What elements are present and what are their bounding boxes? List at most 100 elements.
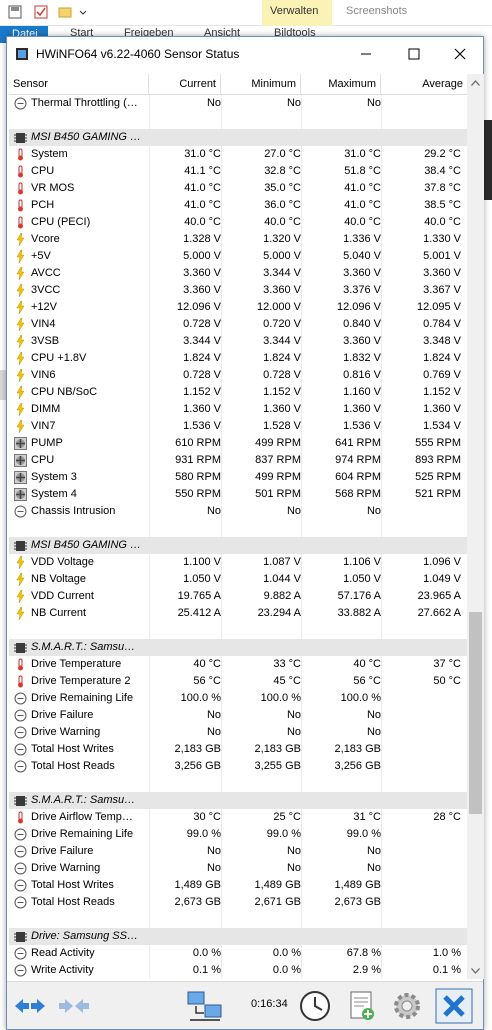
- sensor-row[interactable]: System 3 580 RPM 499 RPM 604 RPM 525 RPM: [9, 469, 467, 486]
- sensor-row[interactable]: System 31.0 °C 27.0 °C 31.0 °C 29.2 °C: [9, 146, 467, 163]
- sensor-group-header[interactable]: MSI B450 GAMING …: [9, 129, 467, 146]
- lightning-icon: [16, 386, 25, 399]
- column-header-sensor[interactable]: Sensor: [9, 74, 149, 94]
- minimize-button[interactable]: [343, 37, 389, 71]
- sensor-row[interactable]: CPU NB/SoC 1.152 V 1.152 V 1.160 V 1.152 V: [9, 384, 467, 401]
- sensor-row[interactable]: 3VSB 3.344 V 3.344 V 3.360 V 3.348 V: [9, 333, 467, 350]
- sensor-row[interactable]: NB Current 25.412 A 23.294 A 33.882 A 27.662…: [9, 605, 467, 622]
- current-value: No: [206, 709, 221, 721]
- column-header-minimum[interactable]: Minimum: [221, 74, 301, 94]
- sensor-row[interactable]: Drive Temperature 40 °C 33 °C 40 °C 37 °C: [9, 656, 467, 673]
- average-value: [381, 843, 461, 860]
- navigate-left-button[interactable]: [11, 988, 49, 1024]
- column-header-average[interactable]: Average: [381, 74, 467, 94]
- sensor-row[interactable]: NB Voltage 1.050 V 1.044 V 1.050 V 1.049 V: [9, 571, 467, 588]
- sensor-row[interactable]: VIN4 0.728 V 0.720 V 0.840 V 0.784 V: [9, 316, 467, 333]
- sensor-name: PCH: [31, 199, 55, 211]
- navigate-collapse-button[interactable]: [55, 988, 93, 1024]
- maximum-value: 1,489 GB: [334, 879, 381, 891]
- sensor-row[interactable]: Drive Temperature 2 56 °C 45 °C 56 °C 50 °C: [9, 673, 467, 690]
- average-value: 38.5 °C: [424, 199, 461, 211]
- tab-verwalten[interactable]: Verwalten: [270, 5, 318, 17]
- sensor-group-header[interactable]: MSI B450 GAMING …: [9, 537, 467, 554]
- sensor-row[interactable]: Total Host Reads 2,673 GB 2,671 GB 2,673 GB: [9, 894, 467, 911]
- average-value: [381, 894, 461, 911]
- add-report-button[interactable]: [341, 988, 381, 1024]
- tab-screenshots[interactable]: Screenshots: [346, 5, 407, 17]
- current-value: 1.152 V: [183, 386, 221, 398]
- sensor-row[interactable]: Drive Remaining Life 100.0 % 100.0 % 100.0 …: [9, 690, 467, 707]
- scrollbar-thumb[interactable]: [469, 612, 482, 814]
- minimum-value: No: [286, 862, 301, 874]
- sensor-group-header[interactable]: Drive: Samsung SS…: [9, 928, 467, 945]
- scroll-up-button[interactable]: [467, 74, 484, 91]
- chip-icon: [14, 133, 27, 143]
- clock-button[interactable]: [295, 988, 335, 1024]
- average-value: 1.330 V: [423, 233, 461, 245]
- sensor-row[interactable]: VDD Voltage 1.100 V 1.087 V 1.106 V 1.096 V: [9, 554, 467, 571]
- sensor-row[interactable]: CPU +1.8V 1.824 V 1.824 V 1.832 V 1.824 V: [9, 350, 467, 367]
- sensor-row[interactable]: VIN7 1.536 V 1.528 V 1.536 V 1.534 V: [9, 418, 467, 435]
- sensor-name: System: [31, 148, 68, 160]
- maximize-button[interactable]: [391, 37, 437, 71]
- sensor-row[interactable]: Drive Airflow Temp… 30 °C 25 °C 31 °C 28 °C: [9, 809, 467, 826]
- sensor-row[interactable]: VDD Current 19.765 A 9.882 A 57.176 A 23.965…: [9, 588, 467, 605]
- title-bar[interactable]: HWiNFO64 v6.22-4060 Sensor Status: [7, 37, 483, 71]
- column-header-maximum[interactable]: Maximum: [301, 74, 381, 94]
- sensor-row[interactable]: 3VCC 3.360 V 3.360 V 3.376 V 3.367 V: [9, 282, 467, 299]
- status-circle-icon: [14, 964, 27, 977]
- status-circle-icon: [14, 743, 27, 756]
- current-value: 580 RPM: [175, 471, 221, 483]
- maximum-value: 2,673 GB: [334, 896, 381, 908]
- sensor-row[interactable]: CPU (PECI) 40.0 °C 40.0 °C 40.0 °C 40.0 °C: [9, 214, 467, 231]
- sensor-row[interactable]: Read Activity 0.0 % 0.0 % 67.8 % 1.0 %: [9, 945, 467, 962]
- sensor-row[interactable]: Drive Remaining Life 99.0 % 99.0 % 99.0 %: [9, 826, 467, 843]
- sensor-row[interactable]: Drive Warning No No No: [9, 860, 467, 877]
- sensor-row[interactable]: Total Host Writes 1,489 GB 1,489 GB 1,489 G…: [9, 877, 467, 894]
- sensor-row[interactable]: PUMP 610 RPM 499 RPM 641 RPM 555 RPM: [9, 435, 467, 452]
- sensor-row[interactable]: DIMM 1.360 V 1.360 V 1.360 V 1.360 V: [9, 401, 467, 418]
- current-value: 12.096 V: [176, 301, 221, 313]
- sensor-name: 3VSB: [31, 335, 60, 347]
- sensor-row[interactable]: Drive Failure No No No: [9, 707, 467, 724]
- sensor-row[interactable]: Chassis Intrusion No No No: [9, 503, 467, 520]
- sensor-row[interactable]: VR MOS 41.0 °C 35.0 °C 41.0 °C 37.8 °C: [9, 180, 467, 197]
- maximum-value: 1.360 V: [343, 403, 381, 415]
- exit-button[interactable]: [433, 988, 475, 1024]
- sensor-row[interactable]: Thermal Throttling (… No No No: [9, 95, 467, 112]
- sensor-row[interactable]: VIN6 0.728 V 0.728 V 0.816 V 0.769 V: [9, 367, 467, 384]
- network-button[interactable]: [183, 988, 227, 1024]
- current-value: 99.0 %: [186, 828, 221, 840]
- close-button[interactable]: [437, 37, 483, 71]
- sensor-row[interactable]: System 4 550 RPM 501 RPM 568 RPM 521 RPM: [9, 486, 467, 503]
- sensor-row[interactable]: +12V 12.096 V 12.000 V 12.096 V 12.095 V: [9, 299, 467, 316]
- average-value: 29.2 °C: [424, 148, 461, 160]
- current-value: 550 RPM: [175, 488, 221, 500]
- sensor-row[interactable]: Write Activity 0.1 % 0.0 % 2.9 % 0.1 %: [9, 962, 467, 979]
- sensor-row[interactable]: Drive Failure No No No: [9, 843, 467, 860]
- settings-button[interactable]: [387, 988, 427, 1024]
- sensor-group-header[interactable]: S.M.A.R.T.: Samsu…: [9, 792, 467, 809]
- current-value: 3.344 V: [183, 335, 221, 347]
- vertical-scrollbar[interactable]: [467, 74, 484, 979]
- scroll-down-button[interactable]: [467, 962, 484, 979]
- sensor-row[interactable]: Vcore 1.328 V 1.320 V 1.336 V 1.330 V: [9, 231, 467, 248]
- minimum-value: 499 RPM: [255, 471, 301, 483]
- sensor-row[interactable]: CPU 931 RPM 837 RPM 974 RPM 893 RPM: [9, 452, 467, 469]
- sensor-group-header[interactable]: S.M.A.R.T.: Samsu…: [9, 639, 467, 656]
- chip-icon: [14, 932, 27, 942]
- sensor-row[interactable]: +5V 5.000 V 5.000 V 5.040 V 5.001 V: [9, 248, 467, 265]
- column-header-current[interactable]: Current: [149, 74, 221, 94]
- sensor-row[interactable]: AVCC 3.360 V 3.344 V 3.360 V 3.360 V: [9, 265, 467, 282]
- sensor-row[interactable]: Drive Warning No No No: [9, 724, 467, 741]
- sensor-name: Drive Failure: [31, 845, 94, 857]
- sensor-row[interactable]: CPU 41.1 °C 32.8 °C 51.8 °C 38.4 °C: [9, 163, 467, 180]
- blank-row: [9, 112, 467, 129]
- sensor-row[interactable]: PCH 41.0 °C 36.0 °C 41.0 °C 38.5 °C: [9, 197, 467, 214]
- minimum-value: 1.087 V: [263, 556, 301, 568]
- average-value: 1.824 V: [423, 352, 461, 364]
- sensor-row[interactable]: Total Host Reads 3,256 GB 3,255 GB 3,256 GB: [9, 758, 467, 775]
- average-value: 1.096 V: [423, 556, 461, 568]
- sensor-row[interactable]: Total Host Writes 2,183 GB 2,183 GB 2,183 G…: [9, 741, 467, 758]
- average-value: [381, 826, 461, 843]
